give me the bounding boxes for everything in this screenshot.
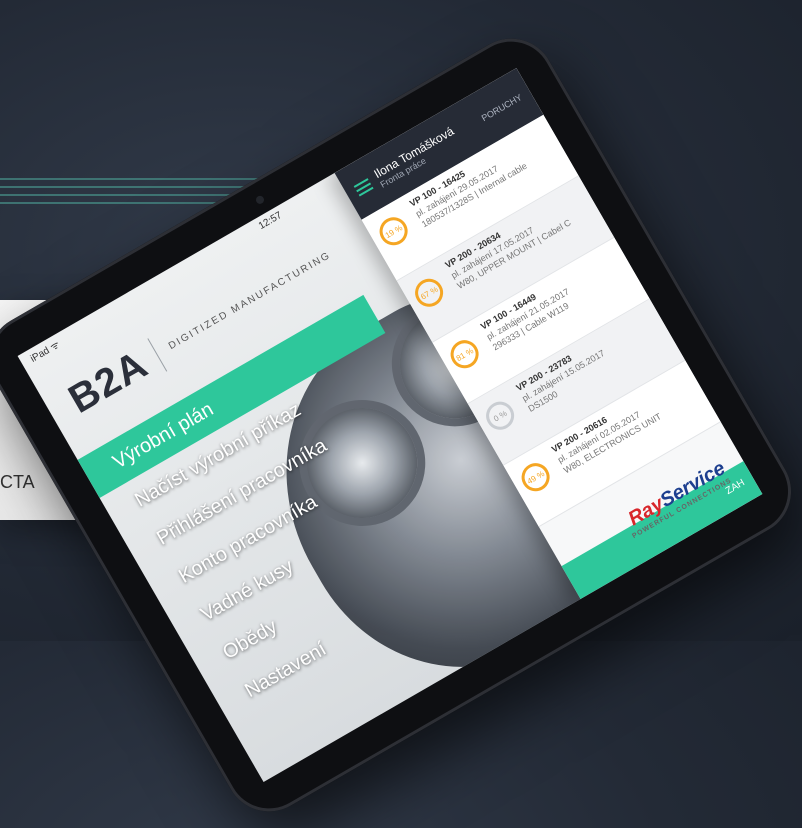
tab-poruchy[interactable]: PORUCHY xyxy=(480,92,524,123)
clock: 12:57 xyxy=(256,209,284,232)
divider xyxy=(147,337,168,372)
camera-icon xyxy=(254,194,266,206)
hamburger-icon[interactable] xyxy=(352,176,375,200)
progress-ring: 49 % xyxy=(516,458,555,497)
b2a-logo: B2A xyxy=(61,342,156,422)
app-screen: iPad ᯤ 12:57 69 % ▭ B2A DIGITIZED MANUFA… xyxy=(17,67,763,783)
device-label: iPad ᯤ xyxy=(28,339,62,365)
progress-ring: 67 % xyxy=(409,273,449,312)
progress-ring: 19 % xyxy=(374,212,413,251)
ipad-device: iPad ᯤ 12:57 69 % ▭ B2A DIGITIZED MANUFA… xyxy=(0,22,802,828)
cta-text: CTA xyxy=(0,472,35,492)
progress-ring: 81 % xyxy=(445,335,484,374)
progress-ring: 0 % xyxy=(480,396,520,435)
